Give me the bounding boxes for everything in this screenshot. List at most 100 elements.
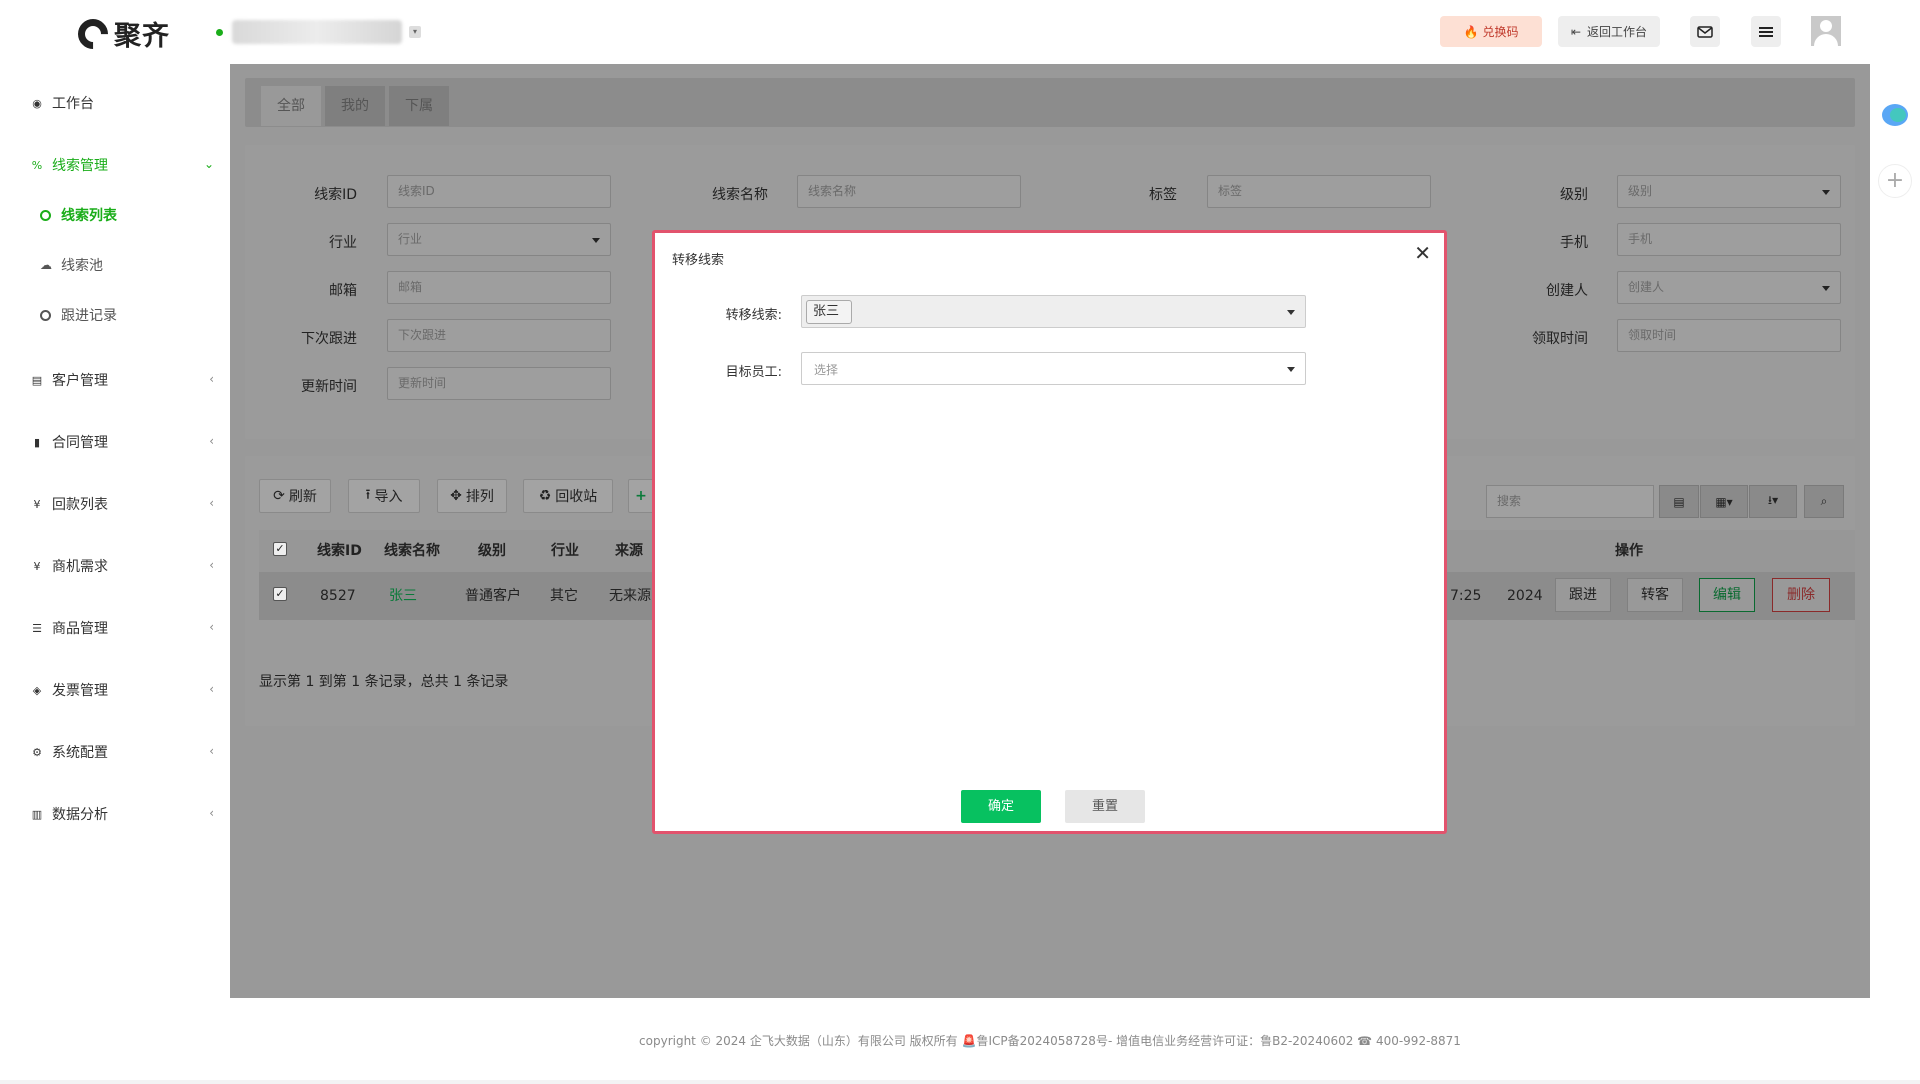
- chevron-left-icon: ‹: [209, 558, 214, 572]
- claim-time-input[interactable]: 领取时间: [1617, 319, 1841, 352]
- tab-subordinates[interactable]: 下属: [389, 86, 449, 126]
- select-all-checkbox[interactable]: ✓: [273, 542, 287, 556]
- row-checkbox[interactable]: ✓: [273, 587, 287, 601]
- add-lead-button[interactable]: +: [628, 479, 654, 513]
- list-view-button[interactable]: ▤: [1659, 485, 1699, 518]
- filter-label-next-follow: 下次跟进: [301, 331, 357, 347]
- avatar-head-icon: [1820, 20, 1832, 32]
- chat-icon[interactable]: [1882, 104, 1908, 126]
- cell-source: 无来源: [609, 588, 651, 604]
- redeem-code-button[interactable]: 🔥 兑换码: [1440, 16, 1542, 47]
- sidebar-item-opportunities[interactable]: ¥ 商机需求 ‹: [16, 543, 230, 589]
- confirm-button[interactable]: 确定: [961, 790, 1041, 823]
- next-follow-input[interactable]: 下次跟进: [387, 319, 611, 352]
- level-select[interactable]: 级别: [1617, 175, 1841, 208]
- lead-id-input[interactable]: 线索ID: [387, 175, 611, 208]
- col-source[interactable]: 来源: [615, 530, 643, 572]
- sidebar-item-customers[interactable]: ▤ 客户管理 ‹: [16, 357, 230, 403]
- redeem-code-label: 兑换码: [1482, 25, 1519, 39]
- sidebar-item-products[interactable]: ☰ 商品管理 ‹: [16, 605, 230, 651]
- chevron-left-icon: ‹: [209, 496, 214, 510]
- import-label: 导入: [374, 489, 403, 505]
- sidebar-item-contracts[interactable]: ▮ 合同管理 ‹: [16, 419, 230, 465]
- delete-button[interactable]: 删除: [1772, 578, 1830, 612]
- search-button[interactable]: ⌕: [1804, 485, 1844, 518]
- tag-input[interactable]: 标签: [1207, 175, 1431, 208]
- creator-select-value: 创建人: [1628, 280, 1665, 294]
- pagination-info: 显示第 1 到第 1 条记录，总共 1 条记录: [259, 674, 509, 690]
- id-card-icon: ▤: [31, 373, 43, 387]
- export-button[interactable]: ⭳▾: [1749, 485, 1797, 518]
- arrange-button[interactable]: ✥ 排列: [437, 479, 507, 513]
- transfer-lead-dialog: 转移线索 ✕ 转移线索: 张三 目标员工: 选择 确定 重置: [652, 230, 1447, 834]
- chevron-down-icon: ⌄: [203, 157, 214, 171]
- plus-icon: +: [635, 488, 647, 504]
- logo[interactable]: 聚齐: [71, 12, 170, 55]
- table-search-input[interactable]: 搜索: [1486, 485, 1654, 518]
- export-icon: ⭳▾: [1767, 493, 1779, 507]
- import-button[interactable]: ⭱ 导入: [348, 479, 420, 513]
- sidebar-item-workbench[interactable]: ◉ 工作台: [16, 80, 230, 126]
- selected-lead-tag[interactable]: 张三: [806, 300, 853, 324]
- col-lead-name[interactable]: 线索名称: [384, 530, 440, 572]
- online-status-dot: [216, 29, 223, 36]
- reset-button[interactable]: 重置: [1065, 790, 1145, 823]
- target-employee-select[interactable]: 选择: [801, 352, 1306, 385]
- sidebar-subitem-lead-list[interactable]: 线索列表: [40, 200, 117, 230]
- logo-icon: [71, 12, 115, 55]
- col-actions: 操作: [1615, 543, 1643, 559]
- sidebar-item-label: 发票管理: [52, 683, 108, 699]
- dialog-title: 转移线索: [672, 253, 725, 268]
- email-input[interactable]: 邮箱: [387, 271, 611, 304]
- tab-all[interactable]: 全部: [261, 86, 321, 126]
- sidebar-item-label: 客户管理: [52, 373, 108, 389]
- back-to-workbench-button[interactable]: ⇤ 返回工作台: [1558, 16, 1660, 47]
- follow-up-button[interactable]: 跟进: [1555, 578, 1611, 612]
- transfer-lead-select[interactable]: 张三: [801, 295, 1306, 328]
- sidebar-subitem-lead-pool[interactable]: ☁ 线索池: [40, 250, 103, 280]
- filter-label-creator: 创建人: [1546, 283, 1588, 299]
- tab-mine[interactable]: 我的: [325, 86, 385, 126]
- industry-select[interactable]: 行业: [387, 223, 611, 256]
- grid-icon: ▦▾: [1715, 494, 1733, 509]
- sidebar-item-label: 回款列表: [52, 497, 108, 513]
- convert-customer-button[interactable]: 转客: [1627, 578, 1683, 612]
- col-lead-id[interactable]: 线索ID: [317, 530, 362, 572]
- gears-icon: ⚙: [32, 745, 42, 759]
- avatar[interactable]: [1811, 16, 1841, 46]
- creator-select[interactable]: 创建人: [1617, 271, 1841, 304]
- columns-button[interactable]: ▦▾: [1700, 485, 1748, 518]
- cell-lead-name-link[interactable]: 张三: [389, 572, 417, 620]
- move-icon: ✥: [450, 488, 462, 504]
- cell-industry: 其它: [550, 588, 578, 604]
- phone-input[interactable]: 手机: [1617, 223, 1841, 256]
- refresh-label: 刷新: [288, 489, 317, 505]
- sidebar-item-label: 数据分析: [52, 807, 108, 823]
- cell-lead-id: 8527: [320, 588, 356, 604]
- recycle-bin-button[interactable]: ♻ 回收站: [523, 479, 613, 513]
- company-dropdown-icon[interactable]: ▾: [409, 26, 421, 38]
- sidebar-item-invoices[interactable]: ◈ 发票管理 ‹: [16, 667, 230, 713]
- sidebar-subitem-follow-records[interactable]: 跟进记录: [40, 300, 117, 330]
- sidebar-item-payments[interactable]: ¥ 回款列表 ‹: [16, 481, 230, 527]
- mail-button[interactable]: [1690, 16, 1720, 47]
- chevron-left-icon: ‹: [209, 372, 214, 386]
- close-icon[interactable]: ✕: [1414, 243, 1431, 263]
- menu-button[interactable]: [1751, 16, 1781, 47]
- lead-name-input[interactable]: 线索名称: [797, 175, 1021, 208]
- logo-text: 聚齐: [114, 21, 170, 52]
- add-icon[interactable]: +: [1878, 164, 1912, 198]
- sidebar-item-leads[interactable]: % 线索管理 ⌄: [16, 142, 230, 188]
- cell-date: 2024: [1507, 588, 1543, 604]
- col-industry[interactable]: 行业: [551, 530, 579, 572]
- sidebar-item-system-config[interactable]: ⚙ 系统配置 ‹: [16, 729, 230, 775]
- company-name-blurred[interactable]: [232, 20, 402, 44]
- refresh-button[interactable]: ⟳ 刷新: [259, 479, 331, 513]
- update-time-input[interactable]: 更新时间: [387, 367, 611, 400]
- cell-level: 普通客户: [465, 588, 521, 604]
- edit-button[interactable]: 编辑: [1699, 578, 1755, 612]
- link-icon: %: [31, 158, 43, 172]
- col-level[interactable]: 级别: [478, 530, 506, 572]
- level-select-value: 级别: [1628, 184, 1653, 198]
- sidebar-item-analytics[interactable]: ▥ 数据分析 ‹: [16, 791, 230, 837]
